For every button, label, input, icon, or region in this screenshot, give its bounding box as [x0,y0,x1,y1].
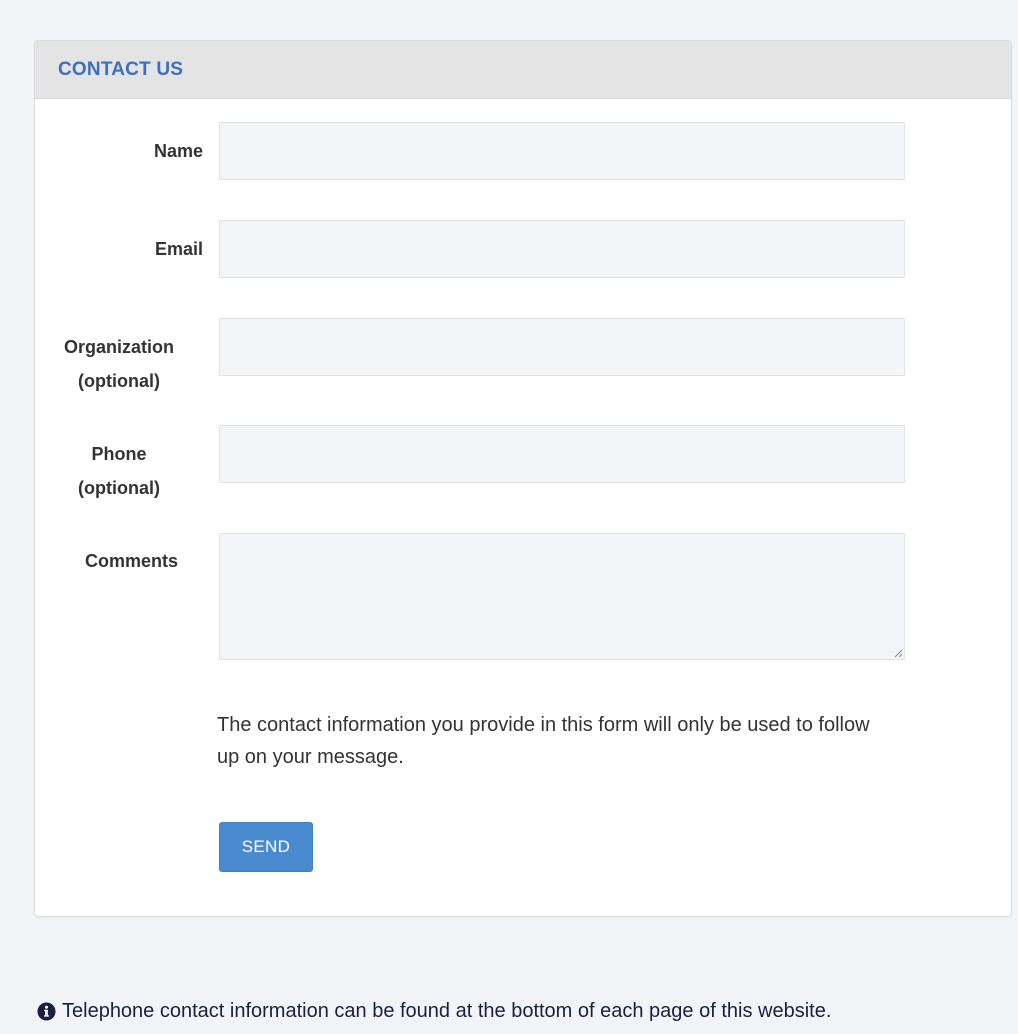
privacy-notice: The contact information you provide in t… [217,714,870,768]
phone-label-line2: (optional) [78,478,160,498]
organization-label-line1: Organization [63,337,174,357]
resize-grip-icon[interactable] [893,648,903,658]
phone-label-line1: Phone [91,444,147,464]
organization-input[interactable] [219,318,905,376]
email-label: Email [154,239,203,259]
panel-title: CONTACT US [58,58,184,80]
footer-note: Telephone contact information can be fou… [37,1000,831,1023]
organization-label-line2: (optional) [78,371,160,391]
send-button[interactable]: SEND [219,822,313,872]
phone-label: Phone (optional) [35,437,203,505]
comments-textarea[interactable] [219,533,905,660]
contact-panel: CONTACT US Name Email Organization (opti… [34,40,1012,917]
phone-input[interactable] [219,425,905,483]
footer-note-text: Telephone contact information can be fou… [62,1000,832,1022]
info-circle-icon [37,1002,56,1021]
email-input[interactable] [219,220,905,278]
name-input[interactable] [219,122,905,180]
panel-header: CONTACT US [35,41,1011,99]
organization-label: Organization (optional) [35,330,203,398]
comments-label: Comments [84,551,178,571]
name-label: Name [153,141,203,161]
